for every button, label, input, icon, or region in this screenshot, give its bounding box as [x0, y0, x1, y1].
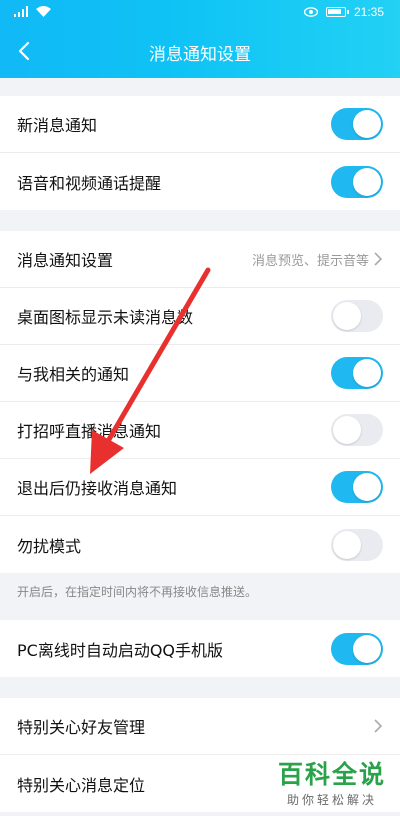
row-pc-offline-auto-start[interactable]: PC离线时自动启动QQ手机版 — [0, 620, 400, 677]
toggle-greeting-live-notification[interactable] — [331, 414, 383, 446]
status-time: 21:35 — [353, 5, 384, 19]
row-special-care-management[interactable]: 特别关心好友管理 — [0, 698, 400, 755]
row-label: 与我相关的通知 — [17, 365, 130, 384]
toggle-do-not-disturb[interactable] — [331, 528, 383, 561]
watermark-title: 百科全说 — [277, 760, 386, 789]
row-do-not-disturb[interactable]: 勿扰模式 — [0, 516, 400, 573]
row-label: 新消息通知 — [17, 116, 98, 135]
status-bar: 21:35 — [0, 0, 400, 26]
battery-icon — [325, 7, 349, 17]
row-new-message-notification[interactable]: 新消息通知 — [0, 96, 400, 153]
do-not-disturb-hint: 开启后，在指定时间内将不再接收信息推送。 — [17, 585, 258, 599]
toggle-related-to-me-notification[interactable] — [331, 357, 383, 389]
row-label: PC离线时自动启动QQ手机版 — [17, 640, 224, 660]
chevron-right-icon — [374, 252, 383, 266]
status-left — [14, 6, 51, 17]
status-right: 21:35 — [303, 5, 384, 19]
row-desktop-unread-badge[interactable]: 桌面图标显示未读消息数 — [0, 288, 400, 345]
toggle-voice-video-call-reminder[interactable] — [331, 165, 383, 198]
wifi-icon — [36, 6, 51, 17]
row-receive-after-exit[interactable]: 退出后仍接收消息通知 — [0, 459, 400, 516]
watermark-logo: 百科全说 助你轻松解决 — [278, 761, 386, 808]
row-message-notification-settings[interactable]: 消息通知设置 消息预览、提示音等 — [0, 231, 400, 288]
row-label: 语音和视频通话提醒 — [17, 173, 162, 193]
toggle-new-message-notification[interactable] — [331, 108, 383, 140]
toggle-desktop-unread-badge[interactable] — [331, 300, 383, 332]
row-voice-video-call-reminder[interactable]: 语音和视频通话提醒 — [0, 153, 400, 210]
group-pc-offline: PC离线时自动启动QQ手机版 — [0, 620, 400, 677]
row-label: 消息通知设置 — [17, 251, 114, 270]
row-label: 勿扰模式 — [17, 536, 82, 556]
toggle-pc-offline-auto-start[interactable] — [331, 632, 383, 665]
navbar: 消息通知设置 — [0, 26, 400, 78]
row-label: 桌面图标显示未读消息数 — [17, 308, 194, 327]
row-label: 特别关心好友管理 — [17, 718, 146, 737]
row-greeting-live-notification[interactable]: 打招呼直播消息通知 — [0, 402, 400, 459]
toggle-receive-after-exit[interactable] — [331, 471, 383, 503]
signal-icon — [14, 6, 28, 17]
eye-icon — [303, 7, 318, 17]
group-notification-options: 消息通知设置 消息预览、提示音等 桌面图标显示未读消息数 与我相关的通知 打招呼… — [0, 231, 400, 573]
chevron-right-icon — [374, 719, 383, 733]
row-label: 退出后仍接收消息通知 — [17, 479, 178, 498]
row-related-to-me-notification[interactable]: 与我相关的通知 — [0, 345, 400, 402]
page-title: 消息通知设置 — [149, 45, 251, 65]
group-basic-notifications: 新消息通知 语音和视频通话提醒 — [0, 96, 400, 210]
row-value: 消息预览、提示音等 — [251, 253, 369, 269]
watermark-subtitle: 助你轻松解决 — [286, 793, 377, 807]
header-bar: 21:35 消息通知设置 — [0, 0, 400, 78]
row-label: 打招呼直播消息通知 — [17, 422, 162, 441]
